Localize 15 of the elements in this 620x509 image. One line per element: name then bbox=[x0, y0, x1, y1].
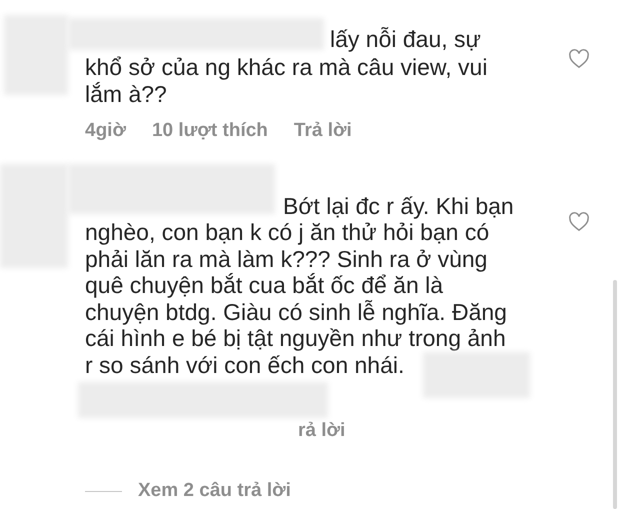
comment-text: lắm à?? bbox=[85, 81, 167, 108]
comment-text: nghèo, con bạn k có j ăn thử hỏi bạn có bbox=[85, 219, 490, 246]
comment-text: khổ sở của ng khác ra mà câu view, vui bbox=[85, 54, 488, 81]
likes-count[interactable]: 10 lượt thích bbox=[152, 118, 268, 142]
comment-time: 4giờ bbox=[85, 118, 126, 142]
reply-link[interactable]: rả lời bbox=[298, 419, 346, 443]
comment-text: phải lăn ra mà làm k??? Sinh ra ở vùng bbox=[85, 246, 488, 272]
comment-text: Bớt lại đc r ấy. Khi bạn bbox=[283, 192, 514, 219]
comment-text: quê chuyện bắt cua bắt ốc để ăn là bbox=[85, 272, 444, 298]
reply-link[interactable]: Trả lời bbox=[294, 118, 352, 142]
view-replies-link[interactable]: Xem 2 câu trả lời bbox=[138, 479, 291, 503]
comment-text: cái hình e bé bị tật nguyền như trong ảnh bbox=[85, 325, 506, 352]
comment-text: lấy nỗi đau, sự bbox=[330, 26, 481, 54]
comment-text: chuyện btdg. Giàu có sinh lễ nghĩa. Đăng bbox=[85, 298, 507, 325]
comment-text: r so sánh với con ếch con nhái. bbox=[85, 352, 404, 378]
